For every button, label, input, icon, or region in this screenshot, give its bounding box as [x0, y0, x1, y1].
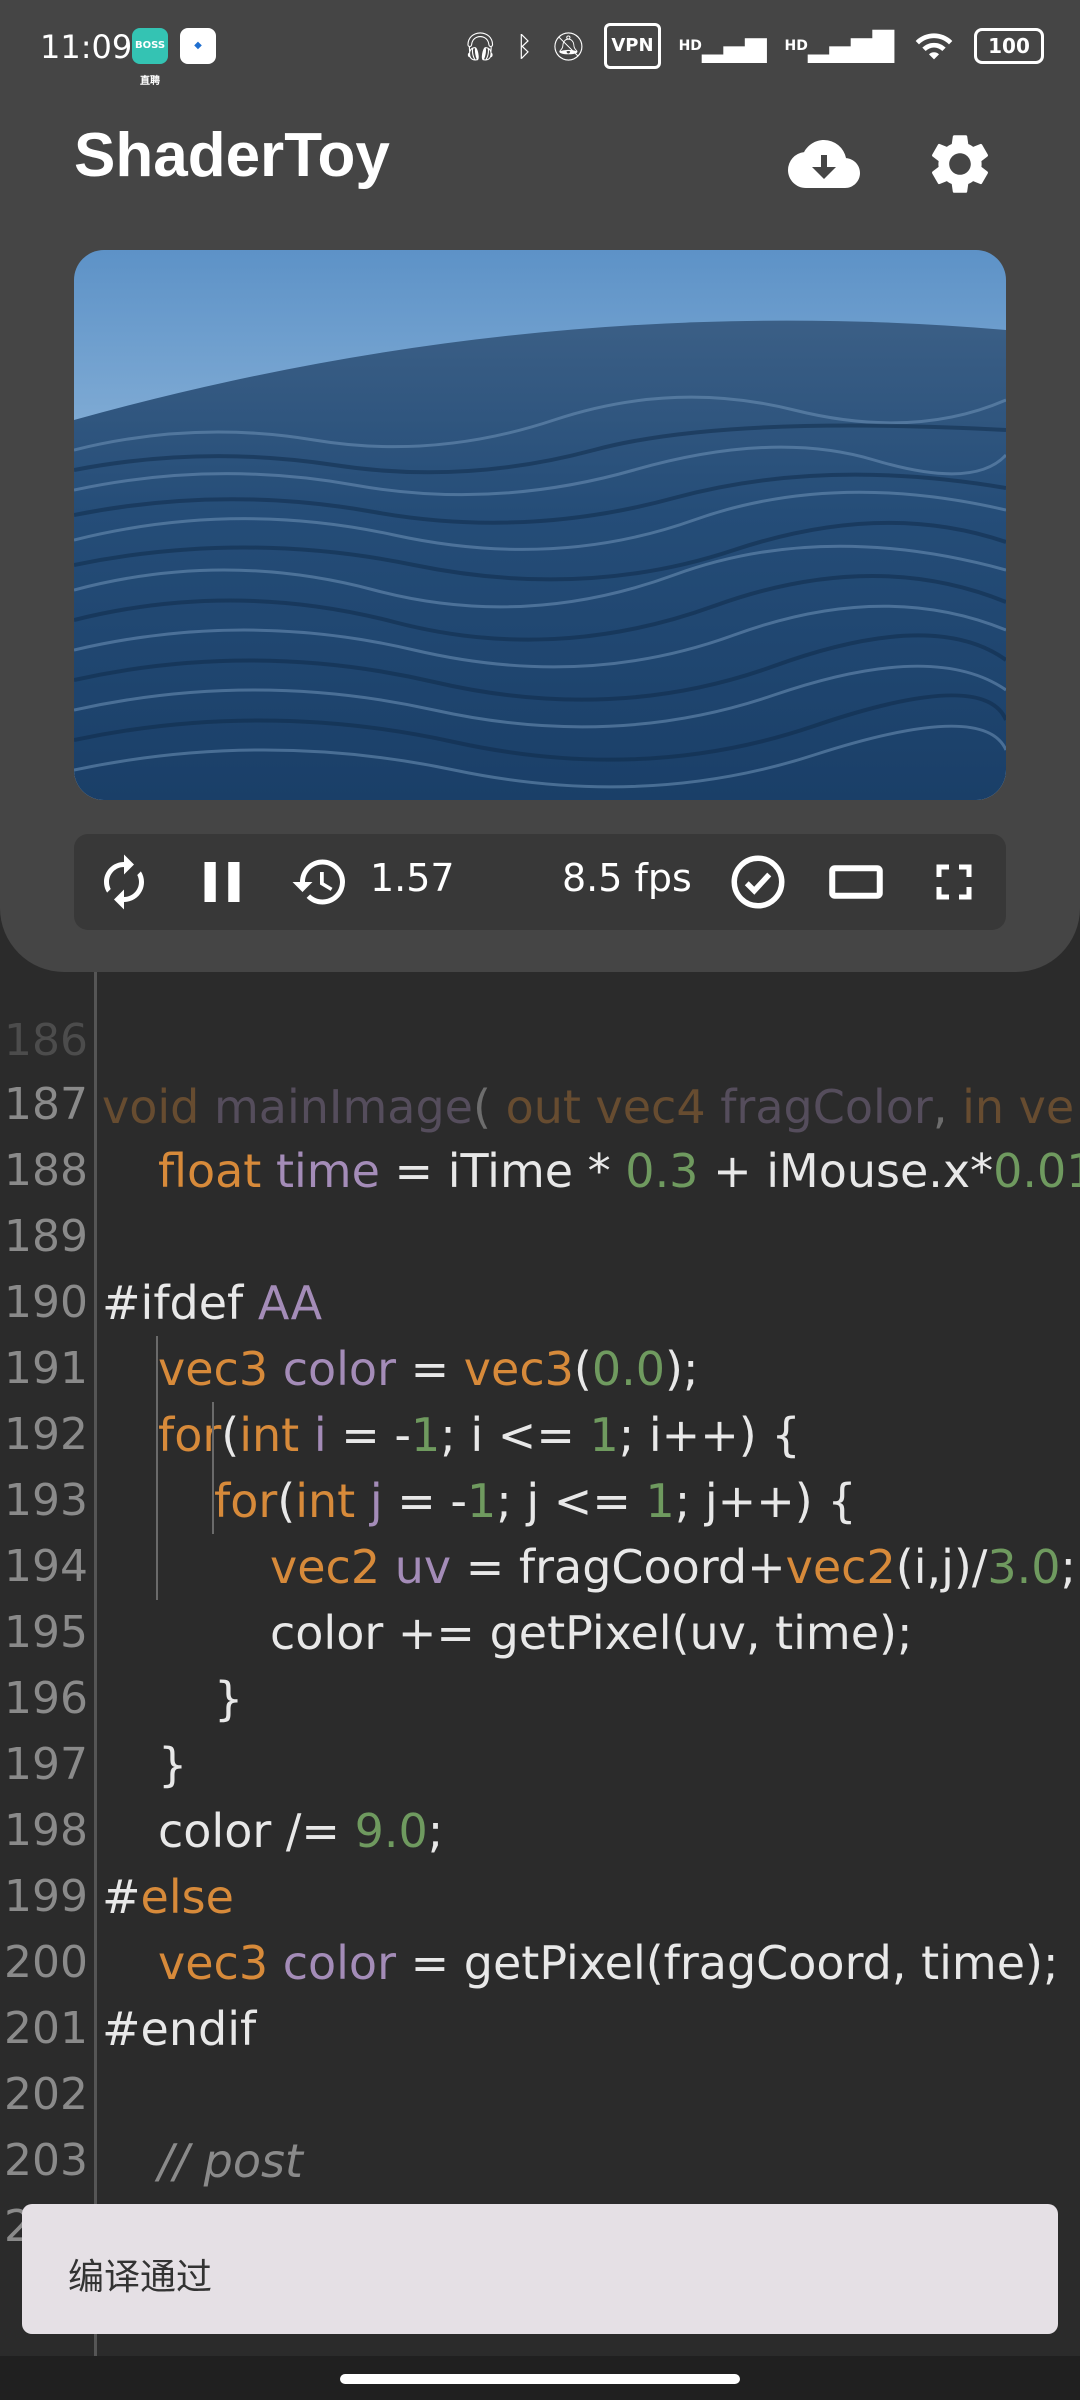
signal-1-icon: HD ▂▄▆ [678, 29, 767, 63]
navigation-bar [0, 2356, 1080, 2400]
code-line-187[interactable]: 187 float time = iTime * 0.3 + iMouse.x*… [0, 1006, 1080, 1198]
check-circle-icon[interactable] [728, 852, 788, 912]
code-line-199[interactable]: 199 vec3 color = getPixel(fragCoord, tim… [0, 1798, 1080, 1990]
code-line-194[interactable]: 194 color += getPixel(uv, time); [0, 1468, 1080, 1660]
cloud-download-icon[interactable] [788, 128, 860, 200]
wifi-icon [912, 26, 956, 66]
code-line-203[interactable]: 203 fragColor = vec4(pow(color,vec3(0.65… [0, 2062, 1080, 2254]
code-line-197[interactable]: 197 color /= 9.0; [0, 1666, 1080, 1858]
code-line-202[interactable]: 202 // post [0, 1996, 1080, 2188]
code-line-196[interactable]: 196 } [0, 1600, 1080, 1792]
signal-2-icon: HD ▂▄▆█ [784, 29, 894, 63]
aspect-ratio-icon[interactable] [826, 852, 886, 912]
code-line-190[interactable]: 190 vec3 color = vec3(0.0); [0, 1204, 1080, 1396]
code-line-193[interactable]: 193 vec2 uv = fragCoord+vec2(i,j)/3.0; [0, 1402, 1080, 1594]
shader-preview[interactable] [74, 250, 1006, 800]
battery-icon: 100 [974, 28, 1044, 64]
code-line-204[interactable]: 204 } [0, 2128, 1080, 2320]
vpn-icon: VPN [604, 23, 661, 69]
top-panel: ShaderToy 1.57 8.5 fps [0, 0, 1080, 972]
code-line-188[interactable]: 188 [0, 1072, 1080, 1196]
fps-readout: 8.5 fps [562, 856, 692, 900]
status-time: 11:09 [40, 28, 133, 66]
code-line-198[interactable]: 198 #else [0, 1732, 1080, 1924]
notification-app-icon: ◆ [180, 28, 216, 64]
fullscreen-icon[interactable] [924, 852, 984, 912]
code-line-192[interactable]: 192 for(int j = -1; j <= 1; j++) { [0, 1336, 1080, 1528]
toast-text: 编译通过 [68, 2257, 213, 2298]
code-line-191[interactable]: 191 for(int i = -1; i <= 1; i++) { [0, 1270, 1080, 1462]
pause-icon[interactable] [192, 852, 252, 912]
boss-app-icon: BOSS直聘 [132, 28, 168, 87]
bluetooth-icon: ᛒ [516, 29, 533, 63]
indent-guide [212, 1402, 214, 1534]
history-icon[interactable] [290, 852, 350, 912]
indent-guide [156, 1336, 158, 1600]
playback-controls: 1.57 8.5 fps [74, 834, 1006, 930]
time-readout: 1.57 [370, 856, 455, 900]
code-line-201[interactable]: 201 [0, 1930, 1080, 2054]
code-line-189[interactable]: 189 #ifdef AA [0, 1138, 1080, 1330]
gear-icon[interactable] [924, 128, 996, 200]
headphones-icon: 🎧︎ [462, 29, 499, 63]
mute-bell-icon: 🔕︎ [550, 29, 587, 63]
app-title: ShaderToy [74, 121, 390, 190]
status-bar: 11:09 BOSS直聘 ◆ 🎧︎ ᛒ 🔕︎ VPN HD ▂▄▆ HD ▂▄▆█ … [0, 0, 1080, 96]
code-line-200[interactable]: 200 #endif [0, 1864, 1080, 2056]
home-indicator[interactable] [340, 2374, 740, 2384]
code-line-195[interactable]: 195 } [0, 1534, 1080, 1726]
toast-message: 编译通过 [22, 2204, 1058, 2334]
refresh-icon[interactable] [94, 852, 154, 912]
